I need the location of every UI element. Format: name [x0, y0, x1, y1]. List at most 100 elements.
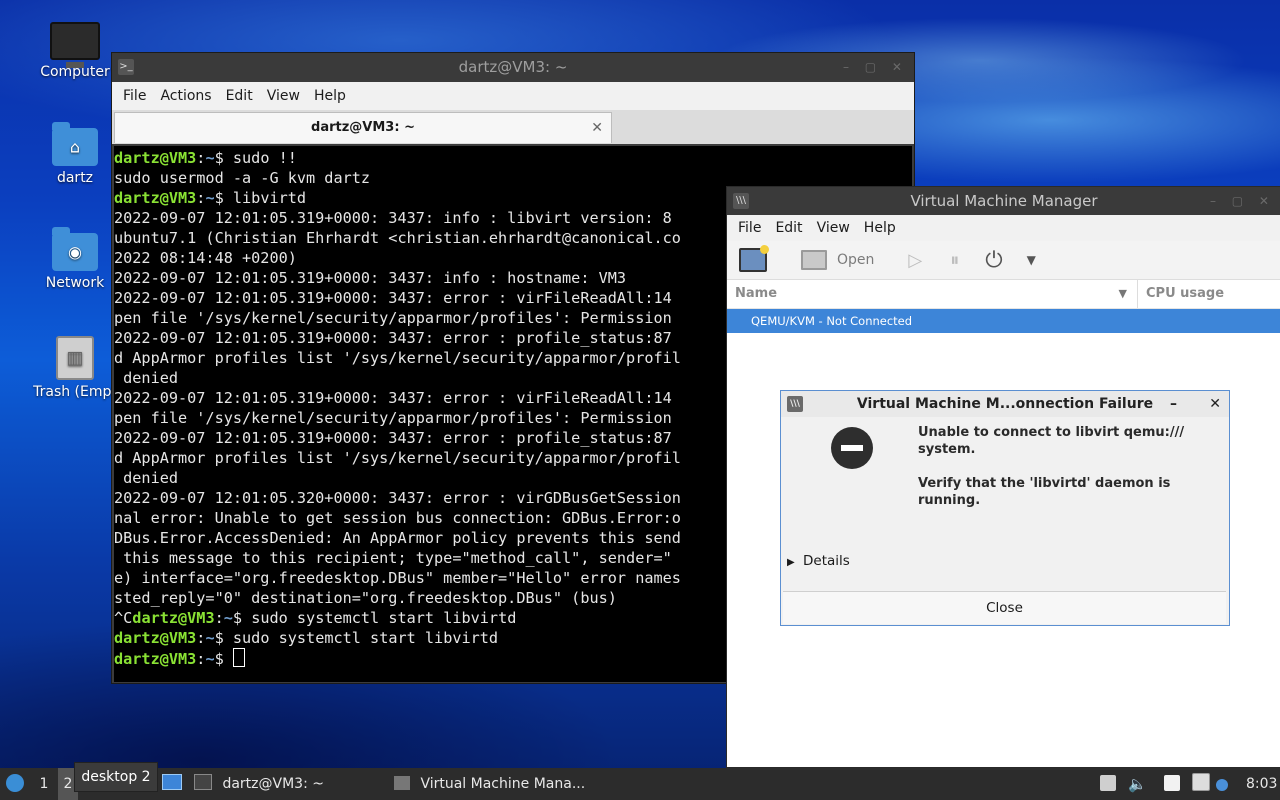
prompt-user: dartz@VM3	[114, 629, 197, 647]
task-terminal[interactable]: dartz@VM3: ~	[194, 768, 374, 800]
terminal-text: 2022-09-07 12:01:05.320+0000: 3437: erro…	[114, 489, 681, 507]
terminal-text: 2022-09-07 12:01:05.319+0000: 3437: erro…	[114, 429, 672, 447]
dialog-title: Virtual Machine M...onnection Failure	[856, 396, 1154, 412]
terminal-tab[interactable]: dartz@VM3: ~ ✕	[114, 112, 612, 143]
window-controls[interactable]: – ▢ ✕	[843, 53, 908, 82]
column-name[interactable]: Name ▼	[727, 280, 1138, 308]
volume-icon: 🔈	[1128, 775, 1147, 793]
close-icon[interactable]: ✕	[1209, 391, 1221, 417]
desktop-icon-home[interactable]: ⌂ dartz	[30, 122, 120, 186]
desktop-icon-label: dartz	[56, 170, 94, 186]
window-controls[interactable]: – ▢ ✕	[1210, 187, 1275, 215]
clock[interactable]: 8:03	[1246, 768, 1277, 800]
terminal-text: nal error: Unable to get session bus con…	[114, 509, 681, 527]
vmm-titlebar[interactable]: \\\ Virtual Machine Manager – ▢ ✕	[727, 187, 1280, 215]
monitor-icon	[801, 250, 827, 270]
sort-icon: ▼	[1118, 287, 1127, 300]
vmm-app-icon	[394, 776, 410, 790]
menu-actions[interactable]: Actions	[153, 88, 218, 104]
terminal-command: $ sudo systemctl start libvirtd	[232, 609, 517, 627]
terminal-text: 2022-09-07 12:01:05.319+0000: 3437: erro…	[114, 329, 672, 347]
menu-help[interactable]: Help	[857, 220, 903, 236]
dialog-titlebar[interactable]: \\\ Virtual Machine M...onnection Failur…	[781, 391, 1229, 417]
show-desktop-button[interactable]	[162, 768, 184, 800]
desktop-icon-trash[interactable]: ▥ Trash (Empt	[26, 330, 124, 400]
desktop-icon-network[interactable]: ◉ Network	[30, 227, 120, 291]
prompt-path: ~	[205, 149, 215, 167]
pause-icon: ⏸	[950, 249, 960, 271]
workspace-1[interactable]: 1	[34, 768, 54, 800]
menu-file[interactable]: File	[731, 220, 768, 236]
prompt-user: dartz@VM3	[114, 650, 197, 668]
terminal-text: 2022 08:14:48 +0200)	[114, 249, 297, 267]
workspace-tooltip: desktop 2	[74, 762, 158, 792]
menu-help[interactable]: Help	[307, 88, 353, 104]
computer-icon	[50, 22, 100, 68]
prompt-user: dartz@VM3	[132, 609, 215, 627]
shutdown-button[interactable]: ⏻	[985, 248, 1002, 273]
terminal-icon	[194, 774, 212, 790]
menu-file[interactable]: File	[116, 88, 153, 104]
app-menu-button[interactable]	[6, 768, 28, 800]
terminal-titlebar[interactable]: >_ dartz@VM3: ~ – ▢ ✕	[112, 53, 914, 82]
close-tab-icon[interactable]: ✕	[591, 113, 603, 143]
error-hint: Verify that the 'libvirtd' daemon is run…	[918, 476, 1171, 508]
tray-notification[interactable]	[1216, 768, 1228, 800]
terminal-cursor	[232, 648, 245, 667]
taskbar: 1 2 dartz@VM3: ~ Virtual Machine Mana...…	[0, 768, 1280, 800]
menu-view[interactable]: View	[260, 88, 307, 104]
new-vm-button[interactable]	[739, 245, 769, 272]
tray-volume[interactable]: 🔈	[1128, 768, 1147, 800]
terminal-command: $ sudo !!	[214, 149, 297, 167]
menu-edit[interactable]: Edit	[768, 220, 809, 236]
tray-clipboard[interactable]	[1164, 768, 1180, 800]
terminal-command: $ libvirtd	[214, 189, 307, 207]
terminal-text: pen file '/sys/kernel/security/apparmor/…	[114, 409, 672, 427]
desktop-icon	[162, 774, 182, 790]
vmm-toolbar: Open ▷ ⏸ ⏻ ▼	[727, 241, 1280, 280]
terminal-tab-title: dartz@VM3: ~	[311, 120, 415, 135]
prompt-path: ~	[223, 609, 233, 627]
shutdown-menu-button[interactable]: ▼	[1027, 253, 1036, 267]
menu-view[interactable]: View	[810, 220, 857, 236]
run-button[interactable]: ▷	[908, 250, 922, 271]
column-cpu-label: CPU usage	[1146, 286, 1225, 301]
column-name-label: Name	[735, 286, 778, 301]
terminal-text: e) interface="org.freedesktop.DBus" memb…	[114, 569, 681, 587]
terminal-text: d AppArmor profiles list '/sys/kernel/se…	[114, 449, 681, 467]
prompt-path: ~	[205, 650, 215, 668]
pause-button[interactable]: ⏸	[950, 250, 959, 271]
task-vmm-label: Virtual Machine Mana...	[420, 776, 586, 792]
terminal-tabbar: dartz@VM3: ~ ✕	[112, 110, 914, 144]
expand-triangle-icon: ▶	[787, 557, 795, 568]
terminal-command: $ sudo systemctl start libvirtd	[214, 629, 499, 647]
details-expander[interactable]: ▶ Details	[787, 553, 850, 569]
terminal-text: denied	[114, 469, 179, 487]
open-label: Open	[837, 252, 875, 268]
tray-network[interactable]	[1192, 768, 1210, 800]
connection-row[interactable]: QEMU/KVM - Not Connected	[727, 309, 1280, 333]
terminal-line: dartz@VM3:~$ sudo !!	[114, 148, 912, 168]
minimize-icon[interactable]: –	[1170, 391, 1177, 417]
vmm-menubar: File Edit View Help	[727, 215, 1280, 241]
terminal-text: 2022-09-07 12:01:05.319+0000: 3437: info…	[114, 269, 627, 287]
column-cpu[interactable]: CPU usage	[1138, 280, 1224, 308]
terminal-text: 2022-09-07 12:01:05.319+0000: 3437: erro…	[114, 389, 672, 407]
vmm-app-icon: \\\	[787, 396, 803, 412]
terminal-text: 2022-09-07 12:01:05.319+0000: 3437: info…	[114, 209, 672, 227]
connection-failure-dialog[interactable]: \\\ Virtual Machine M...onnection Failur…	[780, 390, 1230, 626]
task-vmm[interactable]: Virtual Machine Mana...	[394, 768, 624, 800]
terminal-text: denied	[114, 369, 179, 387]
close-button[interactable]: Close	[783, 591, 1226, 624]
prompt-user: dartz@VM3	[114, 189, 197, 207]
menu-edit[interactable]: Edit	[219, 88, 260, 104]
terminal-text: d AppArmor profiles list '/sys/kernel/se…	[114, 349, 681, 367]
desktop-icon-label: Trash (Empt	[33, 384, 117, 400]
terminal-text: sudo usermod -a -G kvm dartz	[114, 169, 371, 187]
vmm-app-icon: \\\	[733, 193, 749, 209]
desktop-icon-computer[interactable]: Computer	[30, 18, 120, 80]
terminal-ctrl-c: ^C	[114, 609, 133, 627]
open-button[interactable]: Open	[801, 250, 874, 270]
tray-eject[interactable]	[1100, 768, 1116, 800]
terminal-text: pen file '/sys/kernel/security/apparmor/…	[114, 309, 672, 327]
